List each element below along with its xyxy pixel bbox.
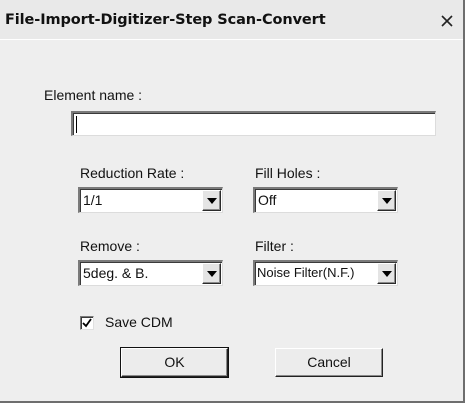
dialog-title: File-Import-Digitizer-Step Scan-Convert bbox=[5, 12, 326, 28]
fill-holes-label: Fill Holes : bbox=[255, 165, 321, 181]
dropdown-arrow-icon[interactable] bbox=[377, 263, 396, 284]
element-name-label: Element name : bbox=[44, 87, 143, 103]
text-caret bbox=[76, 116, 77, 134]
dropdown-arrow-icon[interactable] bbox=[202, 190, 221, 211]
remove-value: 5deg. & B. bbox=[83, 265, 149, 281]
dropdown-arrow-icon[interactable] bbox=[202, 263, 221, 284]
filter-label: Filter : bbox=[255, 238, 294, 254]
filter-value: Noise Filter(N.F.) bbox=[257, 265, 355, 280]
save-cdm-label[interactable]: Save CDM bbox=[105, 314, 173, 330]
reduction-rate-select[interactable]: 1/1 bbox=[78, 187, 223, 213]
close-icon[interactable] bbox=[437, 11, 457, 31]
reduction-rate-label: Reduction Rate : bbox=[80, 165, 185, 181]
reduction-rate-value: 1/1 bbox=[83, 192, 103, 208]
checkmark-icon bbox=[82, 318, 92, 328]
ok-button[interactable]: OK bbox=[120, 347, 229, 378]
filter-select[interactable]: Noise Filter(N.F.) bbox=[253, 260, 398, 286]
dropdown-arrow-icon[interactable] bbox=[377, 190, 396, 211]
fill-holes-select[interactable]: Off bbox=[253, 187, 398, 213]
remove-label: Remove : bbox=[80, 238, 140, 254]
title-bar[interactable]: File-Import-Digitizer-Step Scan-Convert bbox=[0, 0, 463, 40]
scan-convert-dialog: File-Import-Digitizer-Step Scan-Convert … bbox=[0, 0, 465, 403]
cancel-button[interactable]: Cancel bbox=[275, 348, 383, 377]
element-name-input[interactable] bbox=[71, 111, 436, 136]
fill-holes-value: Off bbox=[258, 192, 277, 208]
save-cdm-checkbox[interactable] bbox=[80, 316, 94, 330]
remove-select[interactable]: 5deg. & B. bbox=[78, 260, 223, 286]
